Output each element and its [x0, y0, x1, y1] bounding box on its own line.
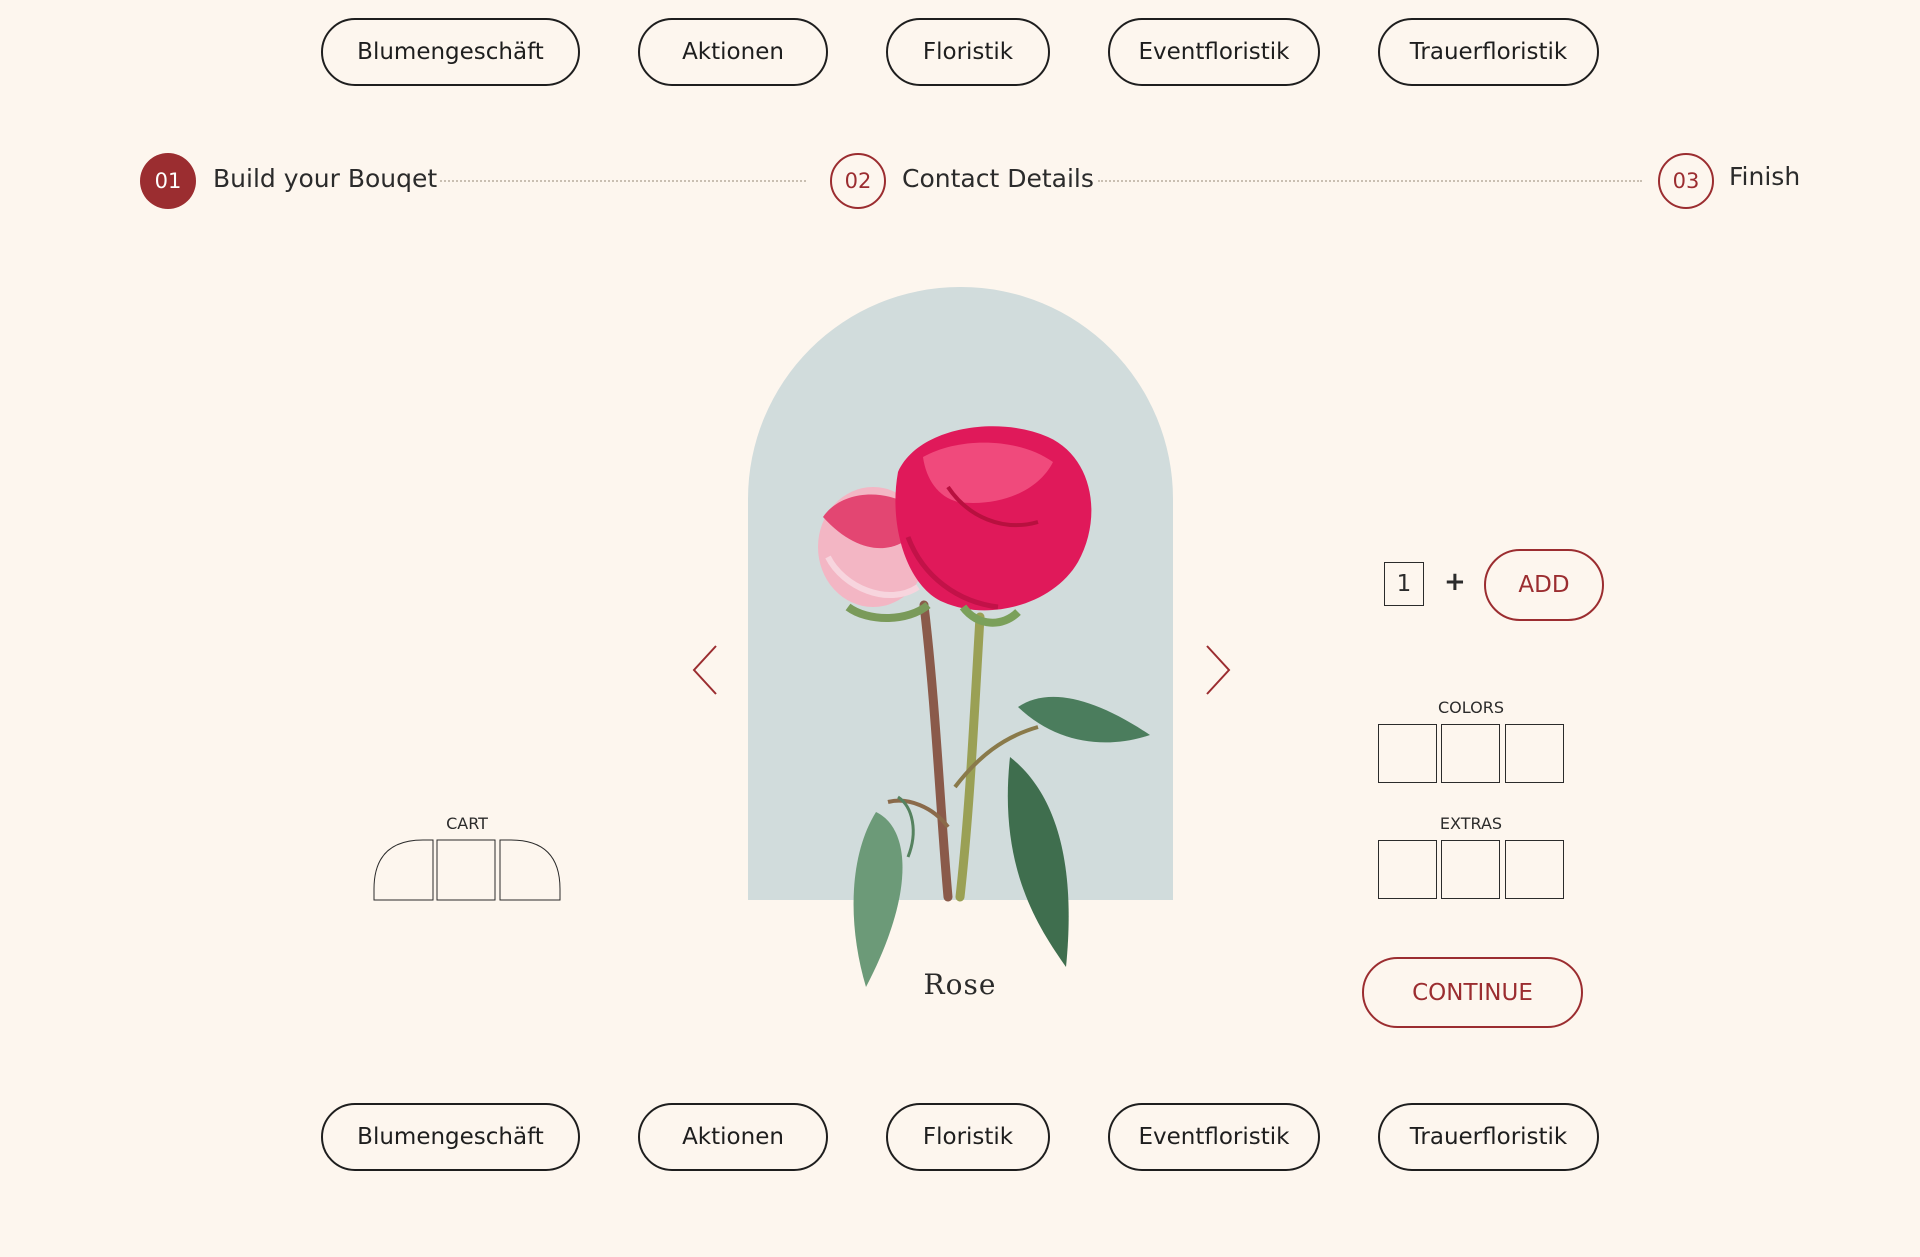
color-slot[interactable] — [1505, 724, 1564, 783]
step-1-badge[interactable]: 01 — [140, 153, 196, 209]
nav-eventfloristik[interactable]: Eventfloristik — [1108, 1103, 1320, 1171]
extra-slot[interactable] — [1441, 840, 1500, 899]
chevron-left-icon[interactable] — [690, 644, 720, 696]
nav-trauerfloristik[interactable]: Trauerfloristik — [1378, 1103, 1599, 1171]
cart-label: CART — [446, 814, 488, 833]
nav-aktionen[interactable]: Aktionen — [638, 1103, 828, 1171]
nav-eventfloristik[interactable]: Eventfloristik — [1108, 18, 1320, 86]
cart-slot-right[interactable] — [499, 839, 561, 901]
step-divider — [440, 180, 806, 182]
nav-floristik[interactable]: Floristik — [886, 18, 1050, 86]
nav-blumengeschaeft[interactable]: Blumengeschäft — [321, 1103, 580, 1171]
bottom-nav: Blumengeschäft Aktionen Floristik Eventf… — [0, 1103, 1920, 1175]
cart-slot-left[interactable] — [373, 839, 434, 901]
top-nav: Blumengeschäft Aktionen Floristik Eventf… — [0, 18, 1920, 90]
continue-button[interactable]: CONTINUE — [1362, 957, 1583, 1028]
increment-button[interactable]: + — [1444, 567, 1466, 597]
rose-image — [818, 426, 1150, 987]
step-2-label: Contact Details — [902, 164, 1094, 193]
product-name: Rose — [923, 968, 997, 1001]
add-button[interactable]: ADD — [1484, 549, 1604, 621]
cart-slot-middle[interactable] — [436, 839, 496, 901]
step-2-badge[interactable]: 02 — [830, 153, 886, 209]
quantity-input[interactable]: 1 — [1384, 562, 1424, 606]
chevron-right-icon[interactable] — [1203, 644, 1233, 696]
nav-floristik[interactable]: Floristik — [886, 1103, 1050, 1171]
nav-blumengeschaeft[interactable]: Blumengeschäft — [321, 18, 580, 86]
colors-label: COLORS — [1438, 698, 1504, 717]
nav-aktionen[interactable]: Aktionen — [638, 18, 828, 86]
step-1-label: Build your Bouqet — [213, 164, 438, 193]
step-3-label: Finish — [1729, 162, 1801, 191]
extra-slot[interactable] — [1505, 840, 1564, 899]
step-3-badge[interactable]: 03 — [1658, 153, 1714, 209]
extras-label: EXTRAS — [1439, 814, 1503, 833]
color-slot[interactable] — [1378, 724, 1437, 783]
color-slot[interactable] — [1441, 724, 1500, 783]
cart-slots[interactable] — [373, 839, 563, 902]
extra-slot[interactable] — [1378, 840, 1437, 899]
nav-trauerfloristik[interactable]: Trauerfloristik — [1378, 18, 1599, 86]
step-divider — [1098, 180, 1642, 182]
